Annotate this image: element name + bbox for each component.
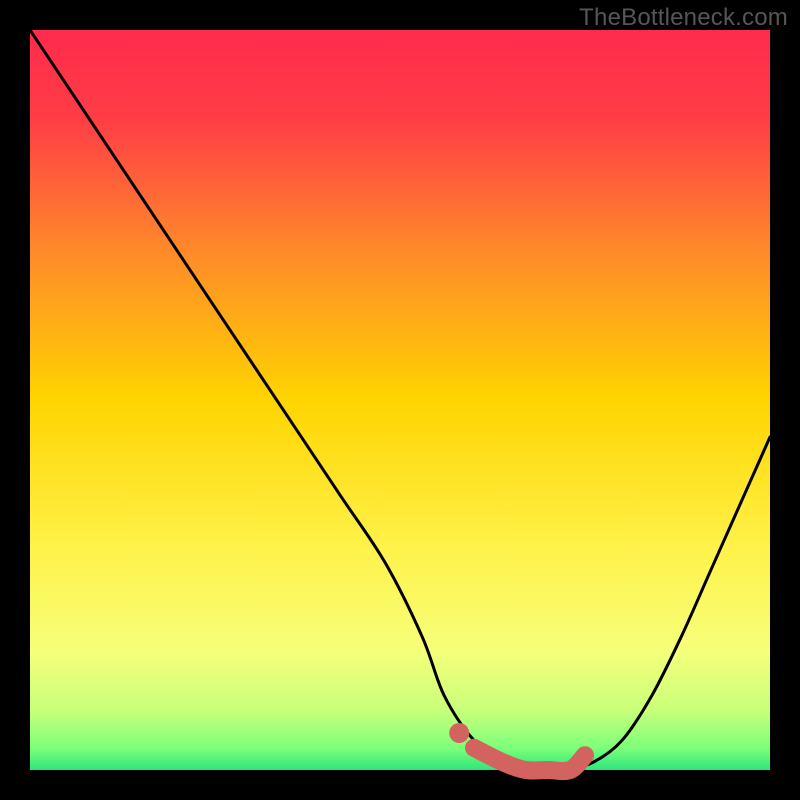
- chart-svg: [30, 30, 770, 770]
- watermark-text: TheBottleneck.com: [579, 4, 788, 32]
- plot-area: [30, 30, 770, 770]
- optimal-range-start-dot: [449, 723, 469, 743]
- chart-frame: TheBottleneck.com: [0, 0, 800, 800]
- gradient-background: [30, 30, 770, 770]
